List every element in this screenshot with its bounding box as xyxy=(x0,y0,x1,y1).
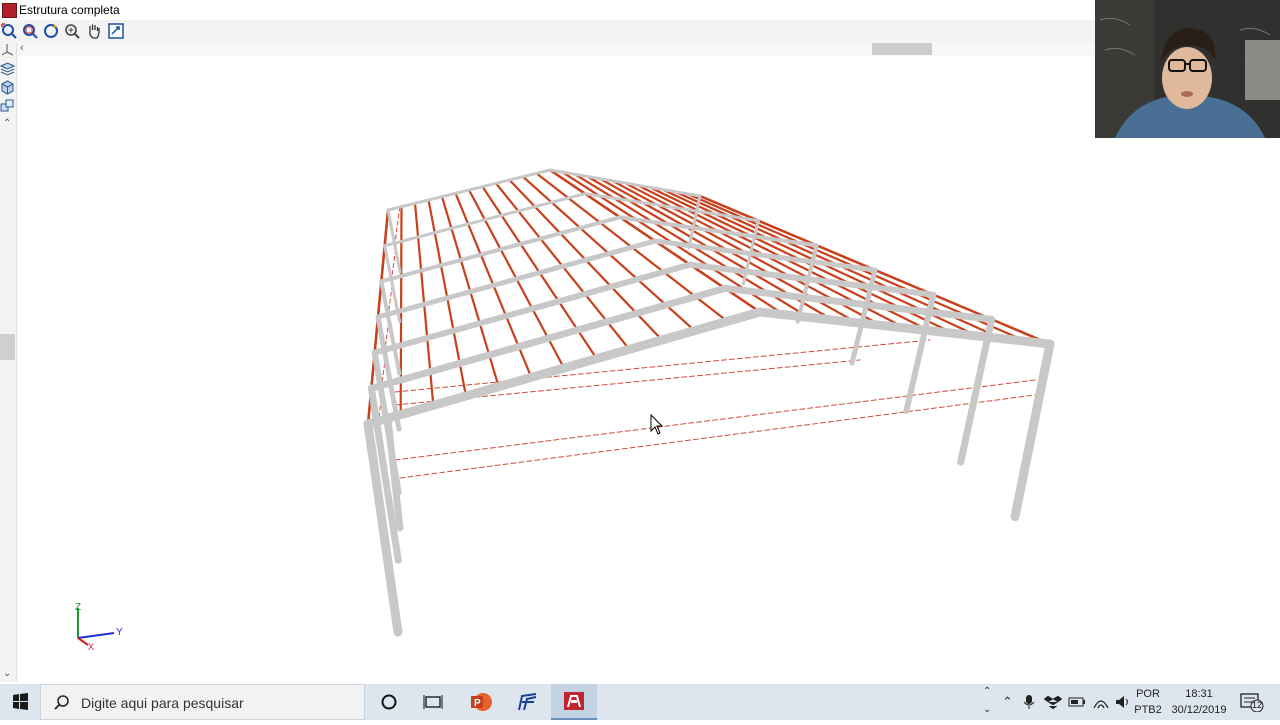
structure-3d-viewport[interactable]: Z Y X xyxy=(16,56,1280,682)
z-axis-label: Z xyxy=(75,602,81,613)
keyboard-layout-indicator[interactable]: PTB2 xyxy=(1133,704,1163,716)
webcam-overlay xyxy=(1095,0,1280,138)
notification-center-button[interactable]: 12 xyxy=(1240,692,1264,713)
gable-bracing xyxy=(394,204,401,247)
view-toolbar xyxy=(0,20,1095,42)
search-placeholder: Digite aqui para pesquisar xyxy=(81,695,244,711)
x-axis-label: X xyxy=(88,642,94,652)
show-hidden-icons-icon[interactable]: ⌃ xyxy=(1002,694,1013,710)
cortana-icon xyxy=(381,694,397,710)
search-icon xyxy=(54,695,69,710)
rotate-icon[interactable] xyxy=(42,22,60,40)
cubes-icon[interactable] xyxy=(0,98,15,114)
rafter-right xyxy=(755,307,1055,349)
battery-icon[interactable] xyxy=(1068,695,1086,709)
volume-icon[interactable] xyxy=(1114,694,1132,710)
windows-logo-icon xyxy=(13,693,28,710)
clock-date[interactable]: 30/12/2019 xyxy=(1168,704,1230,716)
mouse-cursor-icon xyxy=(650,413,664,435)
active-app-icon xyxy=(564,692,584,710)
scroll-up-icon[interactable]: ⌃ xyxy=(3,118,11,129)
pan-hand-icon[interactable] xyxy=(85,22,103,40)
task-view-icon xyxy=(423,695,443,709)
wall-bracing xyxy=(399,394,1036,479)
cad-app-taskbar-button[interactable] xyxy=(505,684,551,720)
taskbar-search[interactable]: Digite aqui para pesquisar xyxy=(40,684,365,720)
wall-bracing xyxy=(394,339,931,393)
scroll-left-icon[interactable]: ‹ xyxy=(20,42,24,54)
vertical-scroll-thumb[interactable] xyxy=(0,334,15,360)
left-toolbar: ⌃ ⌄ xyxy=(0,42,17,682)
columns-group xyxy=(363,194,1055,637)
zoom-fit-icon[interactable] xyxy=(0,22,18,40)
windows-taskbar: Digite aqui para pesquisar P ⌃ ⌄ ⌃ POR P… xyxy=(0,684,1280,720)
cube-view-icon[interactable] xyxy=(0,80,15,96)
view-select-icon[interactable] xyxy=(107,22,125,40)
taskbar-scroll-down-icon[interactable]: ⌄ xyxy=(983,704,991,715)
taskbar-scroll-up-icon[interactable]: ⌃ xyxy=(983,686,991,697)
start-button[interactable] xyxy=(0,684,40,720)
rafter-left xyxy=(386,168,552,212)
zoom-window-icon[interactable] xyxy=(21,22,39,40)
axes-icon[interactable] xyxy=(0,42,15,58)
microphone-icon[interactable] xyxy=(1022,694,1036,710)
horizontal-scrollbar[interactable]: ‹ xyxy=(0,42,1095,56)
scroll-thumb[interactable] xyxy=(872,43,932,55)
wifi-icon[interactable] xyxy=(1092,694,1110,710)
column-right xyxy=(957,315,996,466)
window-title: Estrutura completa xyxy=(19,3,120,17)
language-indicator[interactable]: POR xyxy=(1133,688,1163,700)
cortana-button[interactable] xyxy=(366,684,412,720)
clock-time[interactable]: 18:31 xyxy=(1168,688,1230,700)
notification-count: 12 xyxy=(1252,700,1263,710)
scroll-down-icon[interactable]: ⌄ xyxy=(3,668,11,679)
window-titlebar: Estrutura completa xyxy=(0,0,1095,20)
presenter-video-icon xyxy=(1095,0,1280,138)
column-right xyxy=(1010,339,1055,522)
powerpoint-taskbar-button[interactable]: P xyxy=(458,684,504,720)
active-app-taskbar-button[interactable] xyxy=(551,684,597,720)
powerpoint-icon: P xyxy=(471,693,492,711)
svg-text:P: P xyxy=(474,698,481,709)
app-icon xyxy=(2,3,17,18)
layers-icon[interactable] xyxy=(0,61,15,77)
structural-app-icon xyxy=(518,693,537,711)
dropbox-icon[interactable] xyxy=(1044,694,1062,710)
axis-triad: Z Y X xyxy=(75,602,123,652)
purlins-group xyxy=(366,168,1052,426)
y-axis-label: Y xyxy=(116,627,123,638)
x-axis-line xyxy=(77,637,89,646)
zoom-icon[interactable] xyxy=(63,22,81,40)
structure-drawing: Z Y X xyxy=(75,168,1055,652)
rafter-left xyxy=(383,192,587,248)
task-view-button[interactable] xyxy=(410,684,456,720)
y-axis-line xyxy=(77,632,115,639)
